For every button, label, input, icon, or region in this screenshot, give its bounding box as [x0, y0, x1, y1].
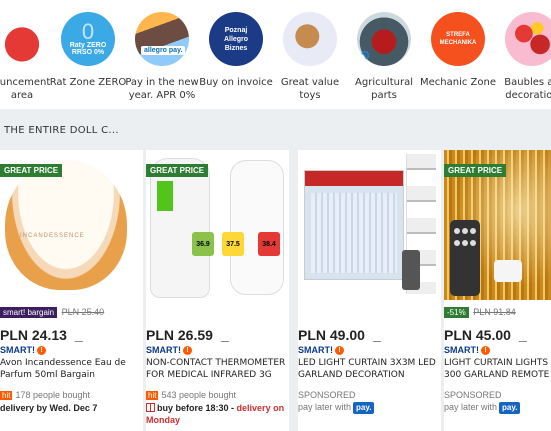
allegro-pay-badge: allegro pay.	[141, 46, 186, 55]
category-label: Baubles an	[504, 77, 551, 88]
price: PLN 49.00	[298, 327, 365, 343]
price-dash: _	[518, 327, 527, 343]
category-label: Agricultural	[355, 77, 413, 88]
great-price-badge: GREAT PRICE	[0, 164, 63, 177]
great-price-badge: GREAT PRICE	[146, 164, 209, 177]
sponsored-label: SPONSORED	[298, 390, 356, 400]
category-label: toys	[299, 90, 321, 101]
delivery-info: buy before 18:30 - delivery on Monday	[146, 402, 296, 426]
product-image-light-curtain[interactable]: GREAT PRICE	[444, 150, 551, 300]
allegro-biznes-icon: Poznaj Allegro Biznes	[209, 12, 263, 66]
perfume-label-text: INCANDESSENCE	[20, 233, 85, 239]
category-label: Great value	[280, 77, 340, 88]
product-card[interactable]: PLN 49.00 _ SMART!! LED LIGHT CURTAIN 3X3…	[298, 150, 441, 431]
smart-badge: SMART!!	[146, 345, 296, 355]
strefa-mechanika-icon: STREFA MECHANIKA	[431, 12, 485, 66]
smart-label: SMART!	[298, 345, 333, 355]
product-title[interactable]: LED LIGHT CURTAIN 3X3M LED GARLAND DECOR…	[298, 357, 448, 381]
remote-image	[450, 220, 480, 296]
strefa-mechanika-badge: STREFA MECHANIKA	[439, 32, 477, 46]
smart-label: SMART!	[0, 345, 35, 355]
product-grid: INCANDESSENCE GREAT PRICE smart! bargain…	[0, 150, 551, 431]
thermometer-image	[230, 160, 284, 295]
smart-badge: SMART!!	[444, 345, 551, 355]
perfume-bottle-image	[5, 160, 127, 290]
plug-image	[494, 260, 522, 282]
smart-badge: SMART!!	[0, 345, 150, 355]
section-title[interactable]: THE ENTIRE DOLL C...	[4, 125, 119, 136]
price-dash: _	[372, 327, 381, 343]
product-card[interactable]: INCANDESSENCE GREAT PRICE smart! bargain…	[0, 150, 143, 431]
allegro-pay-badge: pay.	[353, 402, 375, 414]
thermometer-image	[150, 158, 210, 298]
price-dash: _	[220, 327, 229, 343]
allegro-pay-icon: allegro pay.	[135, 12, 189, 66]
baubles-icon	[505, 12, 551, 66]
discount-tag: -51%	[444, 307, 469, 318]
bought-count: 178 people bought	[15, 390, 91, 400]
smart-bargain-tag: smart! bargain	[0, 307, 58, 318]
reading-yellow: 37.5	[222, 232, 244, 256]
curtain-box-image	[304, 170, 404, 280]
category-label: parts	[371, 90, 397, 101]
smart-info-icon: !	[481, 345, 490, 355]
category-label: year. APR 0%	[128, 90, 196, 101]
delivery-pre: buy before 18:30 -	[157, 403, 235, 413]
smart-info-icon: !	[183, 345, 192, 355]
reading-red: 38.4	[258, 232, 280, 256]
gear-icon: ⚙	[359, 48, 371, 63]
pay-later-text: pay later with	[444, 402, 498, 412]
price-dash: _	[74, 327, 83, 343]
category-label: area	[10, 90, 34, 101]
sponsored-label: SPONSORED	[444, 390, 502, 400]
great-price-badge: GREAT PRICE	[444, 164, 507, 177]
rat-zero-icon: 0 Raty ZERO RRSO 0%	[61, 12, 115, 66]
smart-badge: SMART!!	[298, 345, 448, 355]
smart-label: SMART!	[444, 345, 479, 355]
tractor-icon: ⚙	[357, 12, 411, 66]
delivery-info: delivery by Wed. Dec 7	[0, 403, 98, 413]
smart-info-icon: !	[37, 345, 46, 355]
pay-later-text: pay later with	[298, 402, 352, 412]
old-price: PLN 91.84	[473, 307, 516, 317]
product-card[interactable]: 36.9 37.5 38.4 GREAT PRICE PLN 26.59 _ SM…	[146, 150, 289, 431]
product-image-led-curtain[interactable]	[298, 150, 441, 300]
price: PLN 24.13	[0, 327, 67, 343]
category-baubles-decorations[interactable]: Baubles an decoration	[482, 12, 551, 102]
hit-badge: hit	[0, 391, 13, 400]
product-image-thermometer[interactable]: 36.9 37.5 38.4 GREAT PRICE	[146, 150, 289, 300]
allegro-biznes-badge: Poznaj Allegro Biznes	[223, 26, 249, 52]
rat-zero-badge-text: Raty ZERO RRSO 0%	[69, 42, 107, 56]
product-title[interactable]: NON-CONTACT THERMOMETER FOR MEDICAL INFR…	[146, 357, 296, 381]
hit-badge: hit	[146, 391, 159, 400]
gift-icon	[146, 403, 155, 412]
category-strip: ouncementarea 0 Raty ZERO RRSO 0% Rat Zo…	[0, 0, 551, 109]
product-card[interactable]: GREAT PRICE -51% PLN 91.84 PLN 45.00 _ SM…	[444, 150, 551, 431]
category-label: decoration	[505, 90, 551, 101]
old-price: PLN 25.40	[61, 307, 105, 317]
product-title[interactable]: LIGHT CURTAIN LIGHTS 300 GARLAND REMOTE …	[444, 357, 551, 381]
smart-label: SMART!	[146, 345, 181, 355]
product-title[interactable]: Avon Incandessence Eau de Parfum 50ml Ba…	[0, 357, 150, 381]
price: PLN 26.59	[146, 327, 213, 343]
smart-info-icon: !	[335, 345, 344, 355]
product-image-perfume[interactable]: INCANDESSENCE GREAT PRICE	[0, 150, 143, 300]
zero-glyph: 0	[81, 19, 95, 44]
remote-image	[402, 250, 420, 290]
price: PLN 45.00	[444, 327, 511, 343]
toys-icon	[283, 12, 337, 66]
reading-green: 36.9	[192, 232, 214, 256]
bought-count: 543 people bought	[161, 390, 237, 400]
allegro-pay-badge: pay.	[499, 402, 521, 414]
